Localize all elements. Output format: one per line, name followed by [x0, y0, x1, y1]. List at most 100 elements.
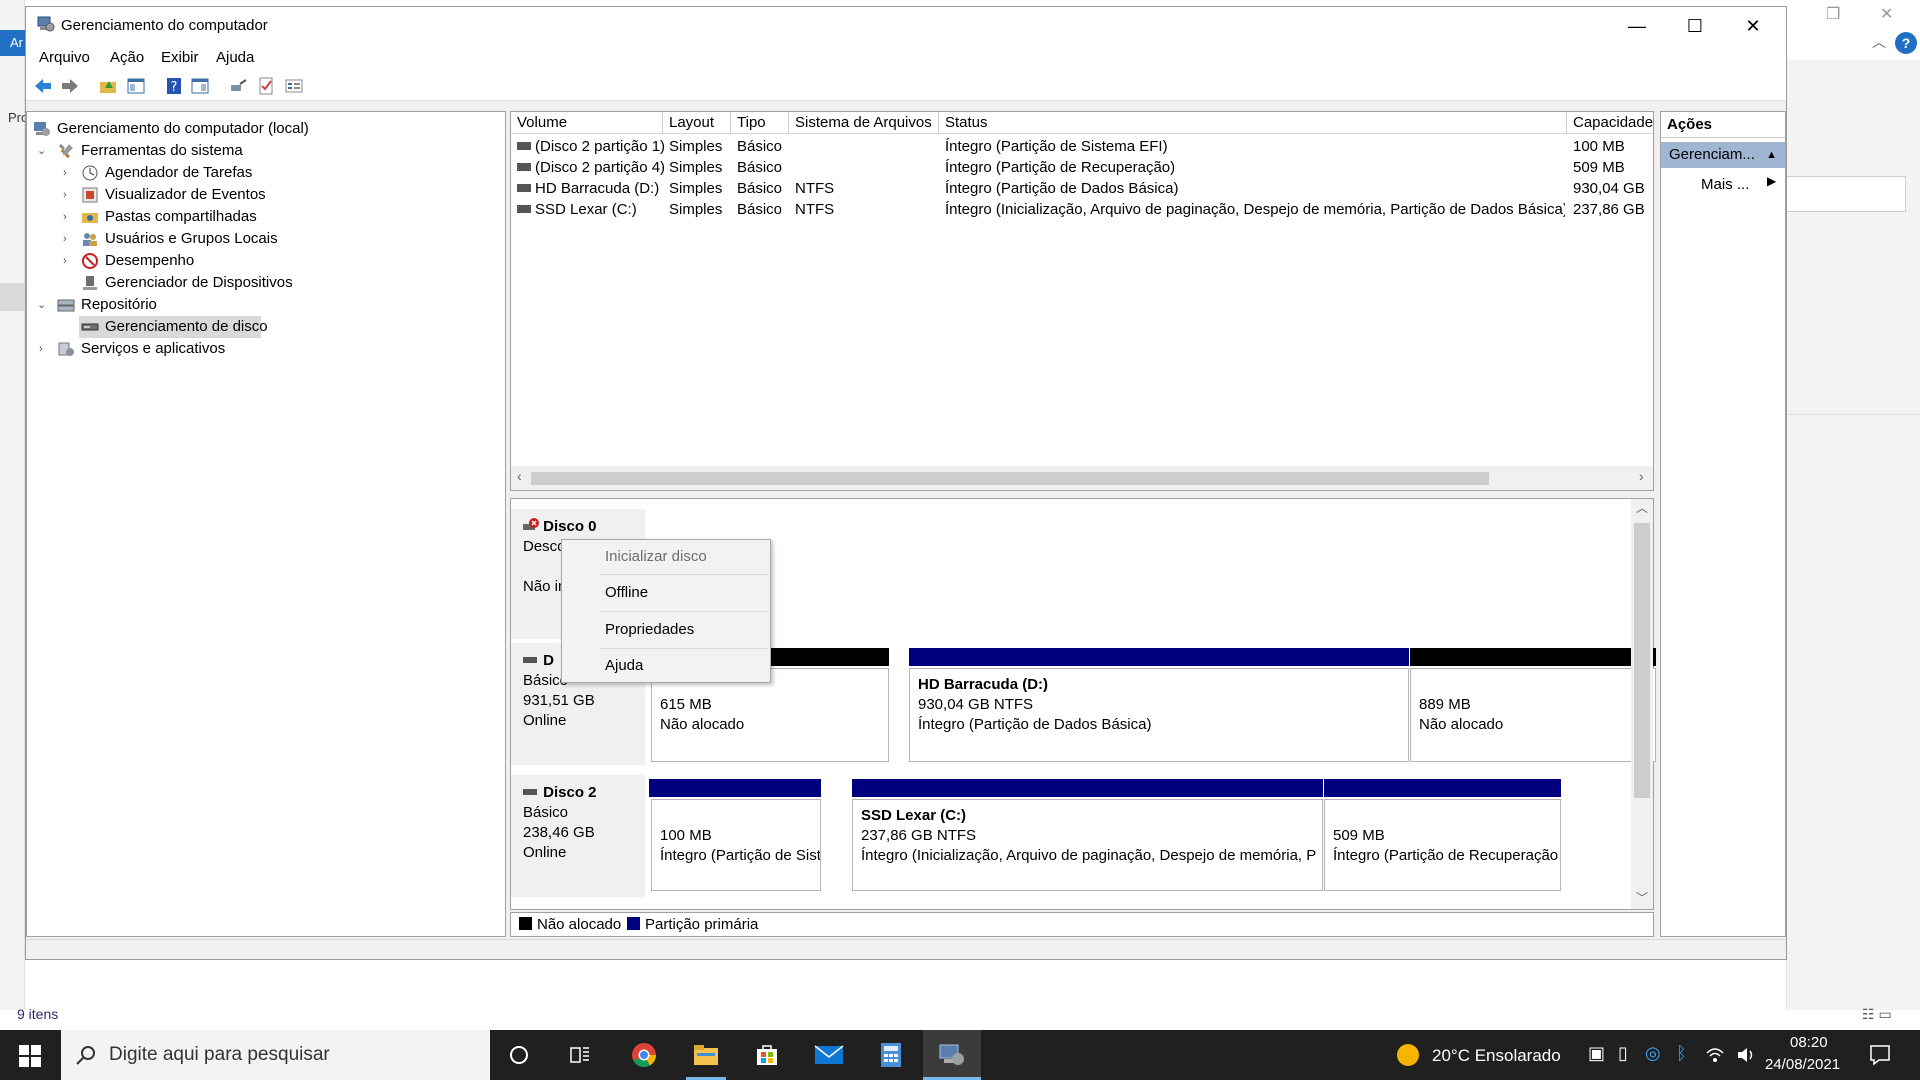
chevron-down-icon[interactable]: ⌄	[37, 140, 46, 162]
microsoft-store-icon[interactable]	[738, 1030, 796, 1080]
column-header-status[interactable]: Status	[939, 112, 1567, 134]
scroll-up-icon[interactable]: ︿	[1636, 499, 1648, 516]
notifications-icon[interactable]	[1869, 1044, 1891, 1066]
menu-ajuda[interactable]: Ajuda	[216, 49, 254, 66]
column-header-type[interactable]: Tipo	[731, 112, 789, 134]
sun-weather-icon[interactable]	[1396, 1043, 1420, 1067]
file-explorer-icon[interactable]	[677, 1030, 735, 1080]
show-hide-tree-icon[interactable]	[126, 76, 146, 96]
chevron-right-icon[interactable]: ›	[63, 250, 67, 272]
tree-item-disk-management[interactable]: Gerenciamento de disco	[79, 316, 268, 338]
disk2-label[interactable]: Disco 2 Básico 238,46 GB Online	[511, 775, 645, 897]
tree-label: Visualizador de Eventos	[105, 186, 266, 203]
menu-item-initialize-disk: Inicializar disco	[605, 548, 707, 565]
background-help-icon[interactable]: ?	[1895, 32, 1917, 54]
computer-management-taskbar-icon[interactable]	[923, 1030, 981, 1080]
partition-recovery[interactable]: 509 MB Íntegro (Partição de Recuperação	[1324, 799, 1561, 891]
partition-status: Íntegro (Partição de Sist	[660, 847, 821, 864]
vertical-scrollbar[interactable]: ︿ ﹀	[1631, 499, 1653, 909]
usb-icon[interactable]: ▯	[1618, 1043, 1628, 1064]
mail-icon[interactable]	[800, 1030, 858, 1080]
column-header-volume[interactable]: Volume	[511, 112, 663, 134]
performance-icon	[82, 253, 98, 269]
volume-icon	[517, 142, 531, 150]
menu-arquivo[interactable]: Arquivo	[39, 49, 90, 66]
scroll-left-icon[interactable]: ‹	[517, 468, 522, 484]
partition-disk1-unallocated-2[interactable]: 889 MB Não alocado	[1410, 668, 1656, 762]
chrome-icon[interactable]	[615, 1030, 673, 1080]
background-input-field[interactable]	[1786, 176, 1906, 212]
scroll-right-icon[interactable]: ›	[1639, 468, 1644, 484]
network-devices-icon[interactable]: ▣	[1588, 1043, 1605, 1064]
cell-status: Íntegro (Partição de Dados Básica)	[945, 180, 1179, 197]
background-selected-row	[0, 283, 25, 311]
actions-group-disk-management[interactable]: Gerenciam... ▲	[1661, 142, 1785, 168]
column-header-filesystem[interactable]: Sistema de Arquivos	[789, 112, 939, 134]
connect-icon[interactable]	[228, 76, 248, 96]
forward-arrow-icon[interactable]	[60, 76, 80, 96]
more-actions[interactable]: Mais ...	[1701, 172, 1749, 198]
clock-icon	[82, 165, 98, 181]
table-row[interactable]: (Disco 2 partição 4) Simples Básico Ínte…	[511, 157, 1653, 178]
background-close-icon[interactable]: ✕	[1880, 4, 1893, 24]
maximize-button[interactable]: ☐	[1666, 7, 1724, 45]
close-button[interactable]: ✕	[1724, 7, 1782, 45]
task-view-icon[interactable]	[551, 1030, 609, 1080]
up-folder-icon[interactable]	[98, 76, 118, 96]
legend: Não alocado Partição primária	[510, 912, 1654, 937]
chevron-right-icon[interactable]: ›	[63, 228, 67, 250]
submenu-arrow-icon[interactable]: ▶	[1767, 174, 1776, 188]
collapse-up-icon[interactable]: ▲	[1766, 142, 1777, 168]
menu-item-help[interactable]: Ajuda	[563, 650, 769, 682]
clock-time[interactable]: 08:20	[1790, 1034, 1828, 1051]
view-mode-icons[interactable]: ☷ ▭	[1862, 1006, 1892, 1023]
minimize-button[interactable]: —	[1608, 7, 1666, 45]
chevron-right-icon[interactable]: ›	[39, 338, 43, 360]
background-restore-icon[interactable]: ❐	[1826, 4, 1840, 24]
menu-acao[interactable]: Ação	[110, 49, 144, 66]
taskbar-search[interactable]: Digite aqui para pesquisar	[61, 1030, 490, 1080]
scroll-down-icon[interactable]: ﹀	[1636, 889, 1648, 906]
scrollbar-thumb[interactable]	[531, 472, 1489, 485]
chevron-right-icon[interactable]: ›	[63, 206, 67, 228]
status-bar	[26, 939, 1786, 959]
show-hide-action-pane-icon[interactable]	[190, 76, 210, 96]
wifi-icon[interactable]	[1705, 1046, 1725, 1064]
menu-exibir[interactable]: Exibir	[161, 49, 199, 66]
table-row[interactable]: SSD Lexar (C:) Simples Básico NTFS Ínteg…	[511, 199, 1653, 220]
title-bar[interactable]: Gerenciamento do computador — ☐ ✕	[26, 7, 1786, 45]
menu-item-properties[interactable]: Propriedades	[563, 614, 769, 646]
cortana-icon[interactable]	[490, 1030, 548, 1080]
background-tab[interactable]: Ar	[0, 30, 25, 56]
partition-hd-barracuda[interactable]: HD Barracuda (D:) 930,04 GB NTFS Íntegro…	[909, 668, 1409, 762]
column-header-layout[interactable]: Layout	[663, 112, 731, 134]
calculator-icon[interactable]	[862, 1030, 920, 1080]
menu-item-offline[interactable]: Offline	[563, 577, 769, 609]
chevron-right-icon[interactable]: ›	[63, 162, 67, 184]
checklist-icon[interactable]	[256, 76, 276, 96]
volume-icon[interactable]	[1736, 1046, 1756, 1064]
disk2-size: 238,46 GB	[523, 824, 595, 841]
cell-volume: SSD Lexar (C:)	[535, 201, 637, 218]
partition-ssd-lexar[interactable]: SSD Lexar (C:) 237,86 GB NTFS Íntegro (I…	[852, 799, 1323, 891]
help-icon[interactable]: ?	[164, 76, 184, 96]
horizontal-scrollbar[interactable]: ‹ ›	[511, 466, 1653, 490]
windows-start-icon[interactable]	[19, 1045, 41, 1067]
properties-icon[interactable]	[284, 76, 304, 96]
partition-efi[interactable]: 100 MB Íntegro (Partição de Sist	[651, 799, 821, 891]
chevron-down-icon[interactable]: ⌄	[37, 294, 46, 316]
clock-date[interactable]: 24/08/2021	[1765, 1056, 1840, 1073]
column-header-capacity[interactable]: Capacidade	[1567, 112, 1653, 134]
scrollbar-thumb[interactable]	[1634, 523, 1650, 798]
table-row[interactable]: HD Barracuda (D:) Simples Básico NTFS Ín…	[511, 178, 1653, 199]
bluetooth-icon[interactable]: ᛒ	[1676, 1043, 1687, 1064]
background-collapse-icon[interactable]: ︿	[1872, 32, 1886, 52]
background-window-left	[0, 0, 25, 1010]
table-row[interactable]: (Disco 2 partição 1) Simples Básico Ínte…	[511, 136, 1653, 157]
weather-text[interactable]: 20°C Ensolarado	[1432, 1046, 1561, 1066]
chevron-right-icon[interactable]: ›	[63, 184, 67, 206]
back-arrow-icon[interactable]	[33, 76, 53, 96]
cell-status: Íntegro (Partição de Sistema EFI)	[945, 138, 1168, 155]
app-tray-icon[interactable]: ◎	[1645, 1043, 1661, 1064]
partition-size: 930,04 GB NTFS	[918, 696, 1034, 713]
